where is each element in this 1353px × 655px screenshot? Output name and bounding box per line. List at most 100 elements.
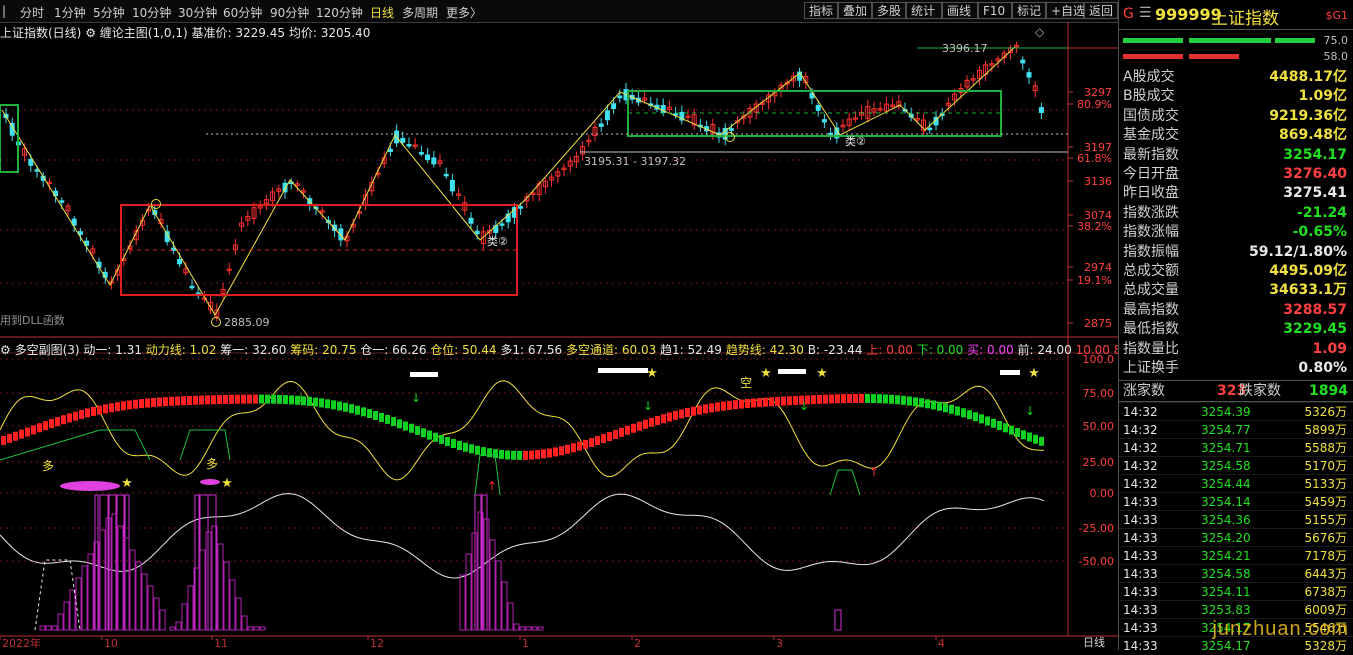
histogram-bar xyxy=(141,573,148,631)
trend-block xyxy=(37,423,42,433)
candle-body xyxy=(468,217,474,224)
zigzag-line xyxy=(1,46,1016,317)
trend-block xyxy=(229,394,234,404)
main-axis-tick: 80.9% xyxy=(1077,98,1112,111)
stat-label: 总成交额 xyxy=(1123,263,1179,279)
main-axis-tick: 3136 xyxy=(1084,175,1112,188)
trend-block xyxy=(685,408,690,418)
toolbar-button-5[interactable]: F10 xyxy=(978,2,1012,19)
candle-body xyxy=(728,128,734,131)
strength-bars: 75.0 58.0 xyxy=(1119,34,1353,63)
trend-block xyxy=(637,421,642,431)
candle-body xyxy=(34,169,40,172)
toolbar-button-2[interactable]: 多股 xyxy=(872,2,906,19)
period-tab-5[interactable]: 60分钟 xyxy=(223,4,262,21)
period-tab-0[interactable]: 分时 xyxy=(20,4,44,21)
histogram-bar xyxy=(135,561,142,631)
candle-body xyxy=(443,173,449,177)
trend-block xyxy=(163,397,168,407)
stat-row: 上证换手 0.80% xyxy=(1122,359,1349,378)
trend-block xyxy=(13,431,18,441)
stat-label: 最低指数 xyxy=(1123,321,1179,338)
tick-row: 14:32 3254.71 5588万 xyxy=(1119,438,1353,457)
toolbar-button-7[interactable]: +自选 xyxy=(1046,2,1085,19)
channel-shape xyxy=(179,429,231,461)
trend-block xyxy=(451,439,456,449)
trend-block xyxy=(871,394,876,404)
candle-body xyxy=(418,152,424,155)
trend-block xyxy=(583,439,588,449)
panel-badge[interactable]: $G1 xyxy=(1325,9,1348,22)
dll-note: 用到DLL函数 xyxy=(0,314,65,327)
trend-block xyxy=(931,400,936,410)
trend-block xyxy=(499,449,504,459)
candle-body xyxy=(449,179,455,192)
toolbar-button-0[interactable]: 指标 xyxy=(804,2,838,19)
trend-block xyxy=(487,448,492,458)
histogram-bar xyxy=(81,565,88,631)
period-tab-4[interactable]: 30分钟 xyxy=(178,4,217,21)
trend-block xyxy=(445,437,450,447)
histogram-bar xyxy=(45,625,52,631)
stat-row: A股成交 4488.17亿 xyxy=(1122,68,1349,87)
period-tab-9[interactable]: 多周期 xyxy=(402,4,438,21)
histogram-bar xyxy=(51,625,58,631)
period-tab-3[interactable]: 10分钟 xyxy=(132,4,171,21)
sub-indicator-value-11: 上: 0.00 xyxy=(862,343,913,357)
trend-block xyxy=(67,413,72,423)
low-label: 2885.09 xyxy=(224,316,270,329)
period-tab-10[interactable]: 更多〉 xyxy=(446,4,482,21)
trend-block xyxy=(217,395,222,405)
stat-row: 指数涨幅 -0.65% xyxy=(1122,223,1349,242)
stat-value: 1.09 xyxy=(1312,340,1347,357)
trend-block xyxy=(529,450,534,460)
trend-block xyxy=(655,415,660,425)
sub-indicator-value-4: 仓一: 66.26 xyxy=(356,343,427,357)
toolbar-button-4[interactable]: 画线 xyxy=(942,2,978,19)
toolbar-button-6[interactable]: 标记 xyxy=(1012,2,1046,19)
trend-block xyxy=(823,394,828,404)
trend-block xyxy=(265,394,270,404)
down-count: 1894 xyxy=(1309,383,1348,399)
histogram-bar xyxy=(495,560,502,631)
marker-circle xyxy=(211,317,221,327)
settings-icon[interactable]: ⚙ xyxy=(85,26,96,40)
trend-block xyxy=(145,398,150,408)
trend-block xyxy=(571,443,576,453)
tick-row: 14:32 3254.44 5133万 xyxy=(1119,474,1353,493)
stat-row: 今日开盘 3276.40 xyxy=(1122,165,1349,184)
subchart-title[interactable]: 多空副图(3) xyxy=(15,343,80,357)
candle-body xyxy=(598,123,604,127)
down-arrow: ↓ xyxy=(799,399,809,413)
period-tab-2[interactable]: 5分钟 xyxy=(93,4,125,21)
g-icon[interactable]: G xyxy=(1123,6,1134,22)
subchart-settings-icon[interactable]: ⚙ xyxy=(0,343,15,357)
stat-label: 今日开盘 xyxy=(1123,166,1179,182)
toolbar-button-3[interactable]: 统计 xyxy=(906,2,942,19)
period-tab-1[interactable]: 1分钟 xyxy=(54,4,86,21)
chart-area[interactable]: 3297 80.9% 3197 61.8% 3136 3074 38.2% 2974 19.1%… xyxy=(0,22,1118,650)
tick-time: 14:32 xyxy=(1123,459,1158,473)
tick-time: 14:33 xyxy=(1123,513,1158,527)
trend-block xyxy=(1027,432,1032,442)
period-tab-8[interactable]: 日线 xyxy=(370,4,394,21)
tick-row: 14:33 3254.58 6443万 xyxy=(1119,564,1353,583)
trend-block xyxy=(403,421,408,431)
period-tab-6[interactable]: 90分钟 xyxy=(270,4,309,21)
histogram-bar xyxy=(531,626,538,631)
histogram-bar xyxy=(235,597,242,631)
stat-row: 基金成交 869.48亿 xyxy=(1122,126,1349,145)
tick-volume: 5155万 xyxy=(1304,513,1347,527)
trend-block xyxy=(547,448,552,458)
menu-icon[interactable]: ☰ xyxy=(1139,5,1152,21)
histogram-bar xyxy=(194,494,200,631)
period-tab-7[interactable]: 120分钟 xyxy=(316,4,363,21)
diamond-icon[interactable]: ◇ xyxy=(1035,25,1044,39)
tick-row: 14:33 3253.83 6009万 xyxy=(1119,600,1353,619)
kline-chart[interactable]: 329780.9%319761.8%3136307438.2%297419.1%… xyxy=(0,22,1118,650)
toolbar-button-8[interactable]: 返回 xyxy=(1084,2,1118,19)
toolbar-button-1[interactable]: 叠加 xyxy=(838,2,872,19)
indicator-name[interactable]: 缠论主图(1,0,1) xyxy=(100,26,188,40)
period-toolbar: 分时 1分钟 5分钟 10分钟 30分钟 60分钟 90分钟 120分钟 日线 多周期 更多〉 | 指… xyxy=(0,0,1118,23)
trend-block xyxy=(781,396,786,406)
